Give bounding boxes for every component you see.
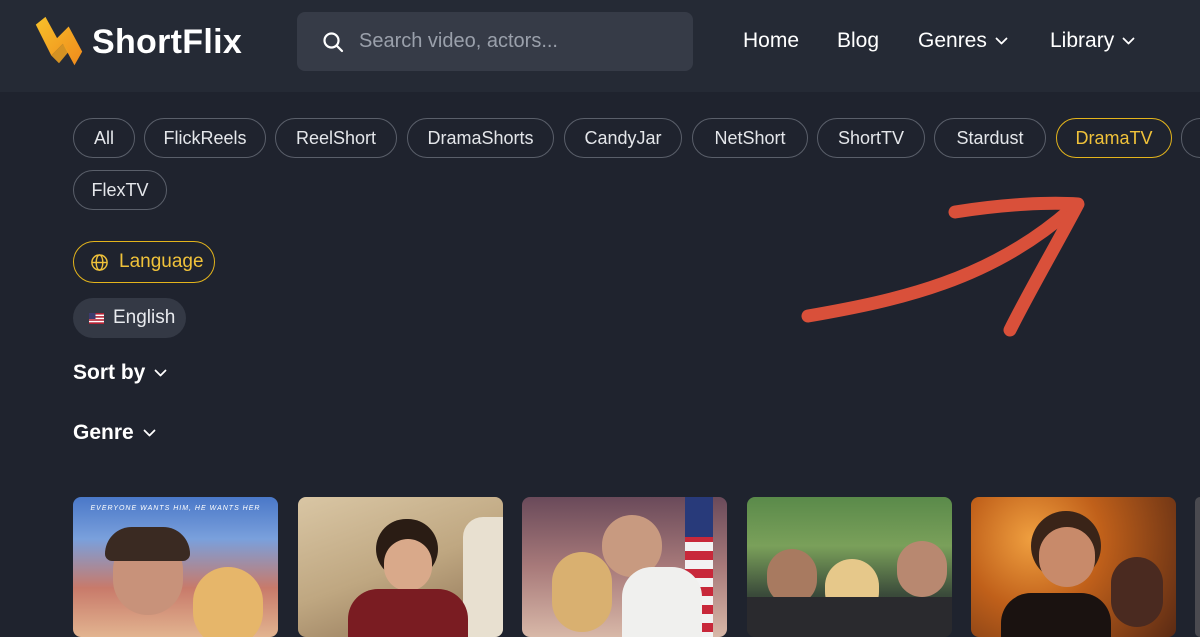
poster-card[interactable] — [971, 497, 1176, 637]
sort-by-dropdown[interactable]: Sort by — [73, 361, 167, 385]
chip-netshort[interactable]: NetShort — [692, 118, 808, 158]
language-option-label: English — [113, 307, 176, 328]
language-toggle[interactable]: Language — [73, 241, 215, 283]
chevron-down-icon — [154, 369, 167, 377]
search-input[interactable] — [357, 29, 691, 54]
chip-candyjar[interactable]: CandyJar — [564, 118, 682, 158]
chip-overflow[interactable] — [1181, 118, 1200, 158]
nav-blog[interactable]: Blog — [837, 29, 879, 53]
poster-figure — [1039, 527, 1095, 587]
poster-hair — [1111, 557, 1163, 627]
nav-home[interactable]: Home — [743, 29, 799, 53]
chip-reelshort[interactable]: ReelShort — [275, 118, 397, 158]
poster-card[interactable]: EVERYONE WANTS HIM, HE WANTS HER — [73, 497, 278, 637]
chip-all[interactable]: All — [73, 118, 135, 158]
poster-figure — [384, 539, 432, 591]
language-label: Language — [119, 251, 204, 272]
nav-library[interactable]: Library — [1050, 29, 1135, 53]
chip-stardust[interactable]: Stardust — [934, 118, 1046, 158]
chevron-down-icon — [143, 429, 156, 437]
poster-flag-canton — [685, 497, 713, 537]
nav-genres[interactable]: Genres — [918, 29, 1008, 53]
search-bar[interactable] — [297, 12, 693, 71]
chip-label: CandyJar — [584, 127, 662, 148]
chip-label: FlickReels — [163, 127, 247, 148]
annotation-arrow-icon — [801, 196, 1085, 337]
search-icon — [323, 31, 344, 52]
poster-card[interactable] — [522, 497, 727, 637]
chip-label: FlexTV — [91, 179, 149, 200]
chevron-down-icon — [995, 37, 1008, 45]
poster-card[interactable] — [747, 497, 952, 637]
chip-label: NetShort — [714, 127, 786, 148]
poster-figure — [193, 567, 263, 637]
poster-ground — [747, 597, 952, 637]
poster-window — [463, 517, 503, 637]
genre-dropdown[interactable]: Genre — [73, 421, 156, 445]
logo-mark-icon — [35, 16, 83, 66]
chip-label: DramaShorts — [427, 127, 534, 148]
chevron-down-icon — [1122, 37, 1135, 45]
chip-label: DramaTV — [1075, 127, 1153, 148]
nav-home-label: Home — [743, 29, 800, 52]
chip-dramatv[interactable]: DramaTV — [1056, 118, 1172, 158]
poster-hair — [105, 527, 190, 561]
poster-card[interactable] — [298, 497, 503, 637]
nav-library-label: Library — [1050, 29, 1115, 52]
chip-flickreels[interactable]: FlickReels — [144, 118, 266, 158]
chip-label: ReelShort — [295, 127, 377, 148]
nav-genres-label: Genres — [918, 29, 987, 52]
chip-label: All — [93, 127, 114, 148]
language-option-english[interactable]: English — [73, 298, 186, 338]
poster-shirt — [622, 567, 702, 637]
chip-flextv[interactable]: FlexTV — [73, 170, 167, 210]
poster-figure — [897, 541, 947, 597]
poster-card-partial[interactable] — [1195, 497, 1200, 637]
brand-name: ShortFlix — [92, 22, 243, 61]
chip-dramashorts[interactable]: DramaShorts — [407, 118, 554, 158]
poster-tagline: EVERYONE WANTS HIM, HE WANTS HER — [90, 505, 261, 512]
chip-shorttv[interactable]: ShortTV — [817, 118, 925, 158]
nav-blog-label: Blog — [837, 29, 880, 52]
poster-figure — [552, 552, 612, 632]
genre-label: Genre — [73, 421, 134, 444]
poster-jacket — [1001, 593, 1111, 637]
chip-label: Stardust — [956, 127, 1024, 148]
globe-icon — [91, 253, 108, 271]
brand-logo[interactable]: ShortFlix — [30, 12, 242, 72]
sort-by-label: Sort by — [73, 361, 146, 384]
top-header: ShortFlix Home Blog Genres Library — [0, 0, 1200, 92]
chip-label: ShortTV — [837, 127, 905, 148]
us-flag-icon — [89, 312, 104, 324]
